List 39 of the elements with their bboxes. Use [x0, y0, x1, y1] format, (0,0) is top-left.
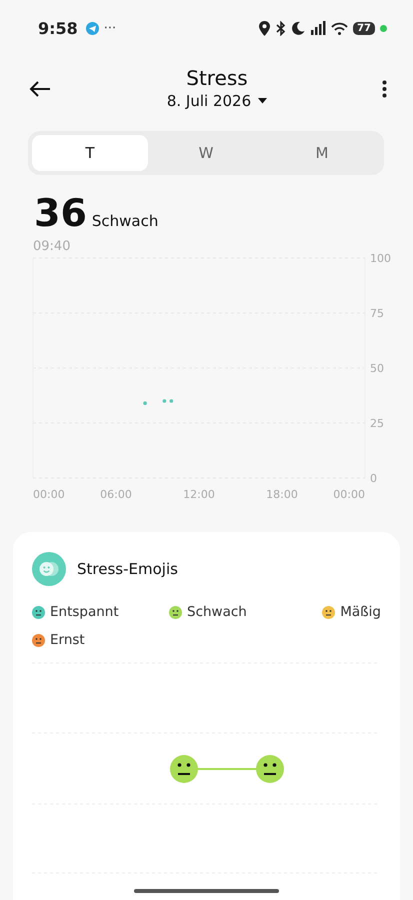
x-axis-label: 00:00 [33, 488, 65, 501]
legend-label: Ernst [50, 632, 85, 648]
x-axis-label: 06:00 [100, 488, 132, 501]
location-icon [259, 20, 270, 36]
x-axis-label: 00:00 [333, 488, 365, 501]
data-point [143, 401, 147, 405]
x-axis-label: 12:00 [183, 488, 215, 501]
card-title: Stress-Emojis [77, 560, 178, 578]
period-tab[interactable]: W [148, 135, 264, 171]
more-options-button[interactable] [380, 78, 389, 100]
y-axis-label: 0 [370, 472, 377, 485]
status-dot-icon [380, 24, 387, 32]
stress-value: 36 [34, 191, 87, 235]
telegram-icon [86, 22, 99, 34]
legend-label: Mäßig [340, 604, 381, 620]
emoji-faces-icon [32, 552, 66, 586]
data-point [170, 399, 174, 403]
period-tab[interactable]: M [264, 135, 380, 171]
legend-label: Schwach [187, 604, 247, 620]
more-notifications: ··· [104, 20, 116, 36]
signal-icon [310, 21, 326, 35]
legend-label: Entspannt [50, 604, 119, 620]
reading-time: 09:40 [32, 238, 72, 254]
wifi-icon [331, 22, 348, 34]
y-axis-label: 50 [370, 362, 384, 375]
y-axis-label: 75 [370, 307, 384, 320]
bluetooth-icon [275, 20, 288, 36]
caret-icon [258, 98, 268, 104]
x-axis-label: 18:00 [266, 488, 298, 501]
data-point [162, 399, 166, 403]
battery-indicator: 77 [353, 22, 375, 34]
y-axis-label: 100 [370, 252, 391, 265]
period-tab[interactable]: T [32, 135, 148, 171]
stress-level: Schwach [92, 212, 158, 230]
page-title: Stress [186, 66, 248, 90]
moon-icon [292, 21, 306, 35]
y-axis-label: 25 [370, 417, 384, 430]
status-time: 9:58 [38, 18, 78, 38]
date-picker[interactable]: 8. Juli 2026 [166, 90, 268, 112]
